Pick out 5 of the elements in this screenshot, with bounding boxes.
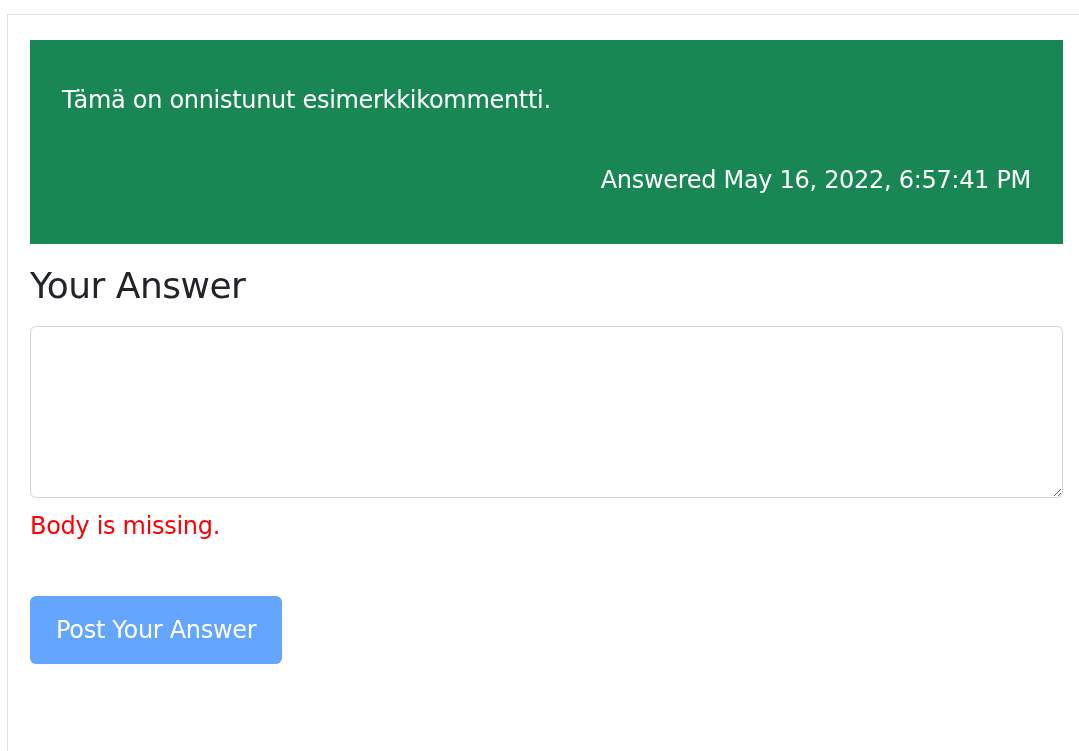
answer-field[interactable] [30, 326, 1063, 498]
comment-text: Tämä on onnistunut esimerkkikommentti. [62, 85, 552, 116]
answer-timestamp: Answered May 16, 2022, 6:57:41 PM [600, 165, 1031, 196]
error-message: Body is missing. [30, 511, 221, 542]
section-heading: Your Answer [30, 264, 247, 308]
